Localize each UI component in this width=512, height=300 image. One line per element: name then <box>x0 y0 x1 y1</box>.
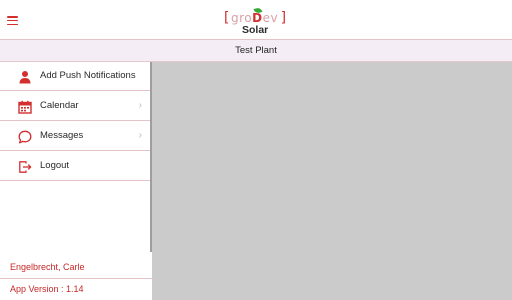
drawer-item-label: Calendar <box>40 100 79 111</box>
person-icon <box>19 71 31 84</box>
drawer-item-add-push-notifications[interactable]: Add Push Notifications <box>0 62 150 91</box>
main-content-overlay[interactable] <box>152 62 512 300</box>
drawer-item-messages[interactable]: Messages › <box>0 122 150 151</box>
logout-icon <box>19 161 32 173</box>
chat-bubble-icon <box>18 130 32 144</box>
chevron-right-icon: › <box>138 130 142 141</box>
logo-bracket-left: [ <box>222 10 231 26</box>
drawer-item-calendar[interactable]: Calendar › <box>0 92 150 121</box>
footer-divider <box>0 278 152 279</box>
drawer-item-label: Logout <box>40 160 70 171</box>
drawer-item-label: Messages <box>40 130 84 141</box>
chevron-right-icon: › <box>138 100 142 111</box>
grodev-solar-logo: [ groDev ] Solar <box>222 7 292 36</box>
hamburger-icon[interactable] <box>7 16 18 26</box>
app-version: App Version : 1.14 <box>10 284 84 294</box>
logo-name: groDev <box>231 11 279 25</box>
logo-bracket-right: ] <box>279 10 288 26</box>
logo-subtitle: Solar <box>242 24 269 36</box>
drawer-item-label: Add Push Notifications <box>40 70 136 81</box>
app-header: [ groDev ] Solar <box>0 0 512 40</box>
calendar-icon <box>18 100 32 114</box>
page-title: Test Plant <box>0 40 512 62</box>
drawer-item-logout[interactable]: Logout <box>0 152 150 181</box>
user-name: Engelbrecht, Carle <box>10 262 85 272</box>
